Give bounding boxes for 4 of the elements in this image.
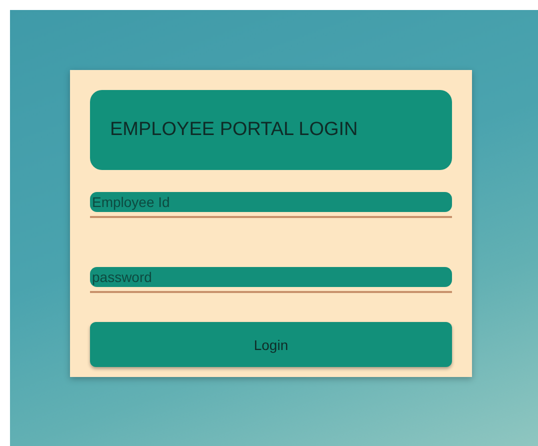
portal-title: EMPLOYEE PORTAL LOGIN	[90, 90, 452, 170]
input-field[interactable]: Employee Id	[90, 192, 452, 212]
input-field[interactable]: password	[90, 267, 452, 287]
login-button[interactable]: Login	[90, 322, 452, 367]
